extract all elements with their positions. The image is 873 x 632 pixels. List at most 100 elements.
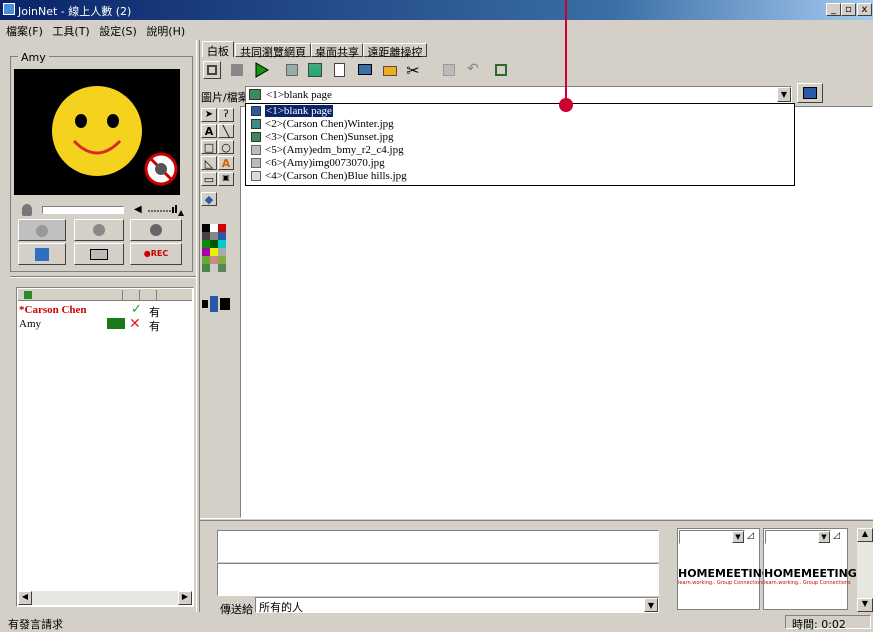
file-selector-value: <1>blank page [266,89,332,101]
tab-whiteboard[interactable]: 白板 [202,41,234,58]
line-width-selector[interactable] [202,296,234,312]
expand-icon[interactable]: ◿ [747,531,754,541]
minimize-button[interactable]: _ [826,3,841,16]
fit-icon [495,64,507,76]
video-select-arrow[interactable]: ▼ [818,531,830,543]
line-tool[interactable]: ╲ [218,124,234,138]
upload-button[interactable] [381,61,399,79]
scroll-up-button[interactable]: ▲ [857,528,873,542]
video-user-button[interactable] [18,243,66,265]
frame-tool[interactable]: ▭ [201,172,217,186]
color-swatch[interactable] [218,256,226,264]
color-swatch[interactable] [202,224,210,232]
menu-file[interactable]: 檔案(F) [6,23,43,39]
undo-button[interactable]: ↶ [464,61,482,79]
cut-button[interactable]: ✂ [404,61,422,80]
tab-cobrowse[interactable]: 共同瀏覽網頁 [235,43,311,59]
tab-bar: 白板 共同瀏覽網頁 桌面共享 遠距離操控 [200,41,430,59]
copy-button[interactable] [440,61,458,79]
color-swatch[interactable] [202,256,210,264]
participant-row-1[interactable]: *Carson Chen ✓ 有 [19,302,191,319]
image-tool-icon: ▣ [222,173,230,182]
color-swatch[interactable] [218,240,226,248]
color-swatch[interactable] [202,240,210,248]
camera-off-button[interactable] [18,219,66,241]
text-tool[interactable]: A [201,124,217,138]
new-page-button[interactable] [331,61,349,79]
video-select-1[interactable]: ▼ [679,530,745,544]
highlight-icon: A [221,157,231,170]
maximize-button[interactable]: ▫ [841,3,856,16]
expand-icon[interactable]: ◿ [833,531,840,541]
scroll-left-button[interactable]: ◀ [18,591,32,605]
col-video-icon[interactable] [122,290,136,300]
participant-row-2[interactable]: Amy ✕ 有 [19,316,191,333]
scroll-right-button[interactable]: ▶ [178,591,192,605]
close-button[interactable]: x [857,3,872,16]
color-palette[interactable] [202,224,234,284]
fill-tool[interactable]: ◆ [201,192,217,206]
remote-video-2[interactable]: ▼ ◿ HOMEMEETING learn.working.. Group Co… [763,528,857,610]
file-selector-combo[interactable]: <1>blank page ▼ [245,86,792,103]
dropdown-arrow-button[interactable]: ▼ [777,87,791,102]
menu-settings[interactable]: 設定(S) [99,23,137,39]
highlight-tool[interactable]: A [218,156,234,170]
save-board-button[interactable] [203,61,221,79]
dropdown-item[interactable]: <5>(Amy)edm_bmy_r2_c4.jpg [248,144,788,157]
color-swatch[interactable] [218,232,226,240]
color-swatch[interactable] [218,264,226,272]
ellipse-tool[interactable]: ○ [218,140,234,154]
mic-user-button[interactable] [74,219,124,241]
slide-button[interactable] [356,61,374,79]
dropdown-item[interactable]: <1>blank page [248,105,788,118]
chat-input[interactable] [217,563,659,596]
color-swatch[interactable] [210,224,218,232]
video-select-arrow[interactable]: ▼ [732,531,744,543]
tab-desktop-share[interactable]: 桌面共享 [311,43,363,59]
save-button[interactable] [283,61,301,79]
dropdown-item[interactable]: <3>(Carson Chen)Sunset.jpg [248,131,788,144]
color-swatch[interactable] [210,248,218,256]
pen-tool[interactable]: ʔ [218,108,234,122]
scroll-down-button[interactable]: ▼ [857,598,873,612]
send-to-select[interactable]: 所有的人 ▼ [255,597,659,614]
file-export-button[interactable] [797,83,823,103]
color-swatch[interactable] [210,256,218,264]
image-tool[interactable]: ▣ [218,172,234,186]
snapshot-button[interactable] [74,243,124,265]
color-swatch[interactable] [202,232,210,240]
play-button[interactable] [252,61,270,79]
rectangle-tool[interactable]: □ [201,140,217,154]
record-button[interactable]: ●REC [130,243,182,265]
chat-separator[interactable] [200,518,873,521]
image-button[interactable] [306,61,324,79]
col-hand-icon[interactable] [139,290,153,300]
color-swatch[interactable] [210,232,218,240]
col-status-icon[interactable] [156,290,170,300]
prev-page-button[interactable] [228,61,246,79]
menu-help[interactable]: 說明(H) [146,23,185,39]
color-swatch[interactable] [202,248,210,256]
select-tool[interactable]: ➤ [201,108,217,122]
color-swatch[interactable] [210,240,218,248]
menu-tools[interactable]: 工具(T) [52,23,89,39]
h-scrollbar[interactable]: ◀ ▶ [18,591,192,605]
tab-remote-control[interactable]: 遠距離操控 [363,43,427,59]
polygon-tool[interactable]: ◺ [201,156,217,170]
drawing-tools: ➤ ʔ A ╲ □ ○ ◺ A ▭ ▣ ◆ [200,108,240,518]
dropdown-item[interactable]: <2>(Carson Chen)Winter.jpg [248,118,788,131]
color-swatch[interactable] [210,264,218,272]
fit-button[interactable] [492,61,510,79]
dropdown-item[interactable]: <4>(Carson Chen)Blue hills.jpg [248,170,788,183]
color-swatch[interactable] [202,264,210,272]
video-select-2[interactable]: ▼ [765,530,831,544]
remote-video-1[interactable]: ▼ ◿ HOMEMEETING learn.working.. Group Co… [677,528,771,610]
v-scrollbar[interactable]: ▲ ▼ [857,528,873,612]
volume-slider[interactable] [148,203,188,217]
color-swatch[interactable] [218,224,226,232]
user-icon [36,225,48,237]
color-swatch[interactable] [218,248,226,256]
send-to-arrow[interactable]: ▼ [644,598,658,612]
dropdown-item[interactable]: <6>(Amy)img0073070.jpg [248,157,788,170]
user-settings-button[interactable] [130,219,182,241]
